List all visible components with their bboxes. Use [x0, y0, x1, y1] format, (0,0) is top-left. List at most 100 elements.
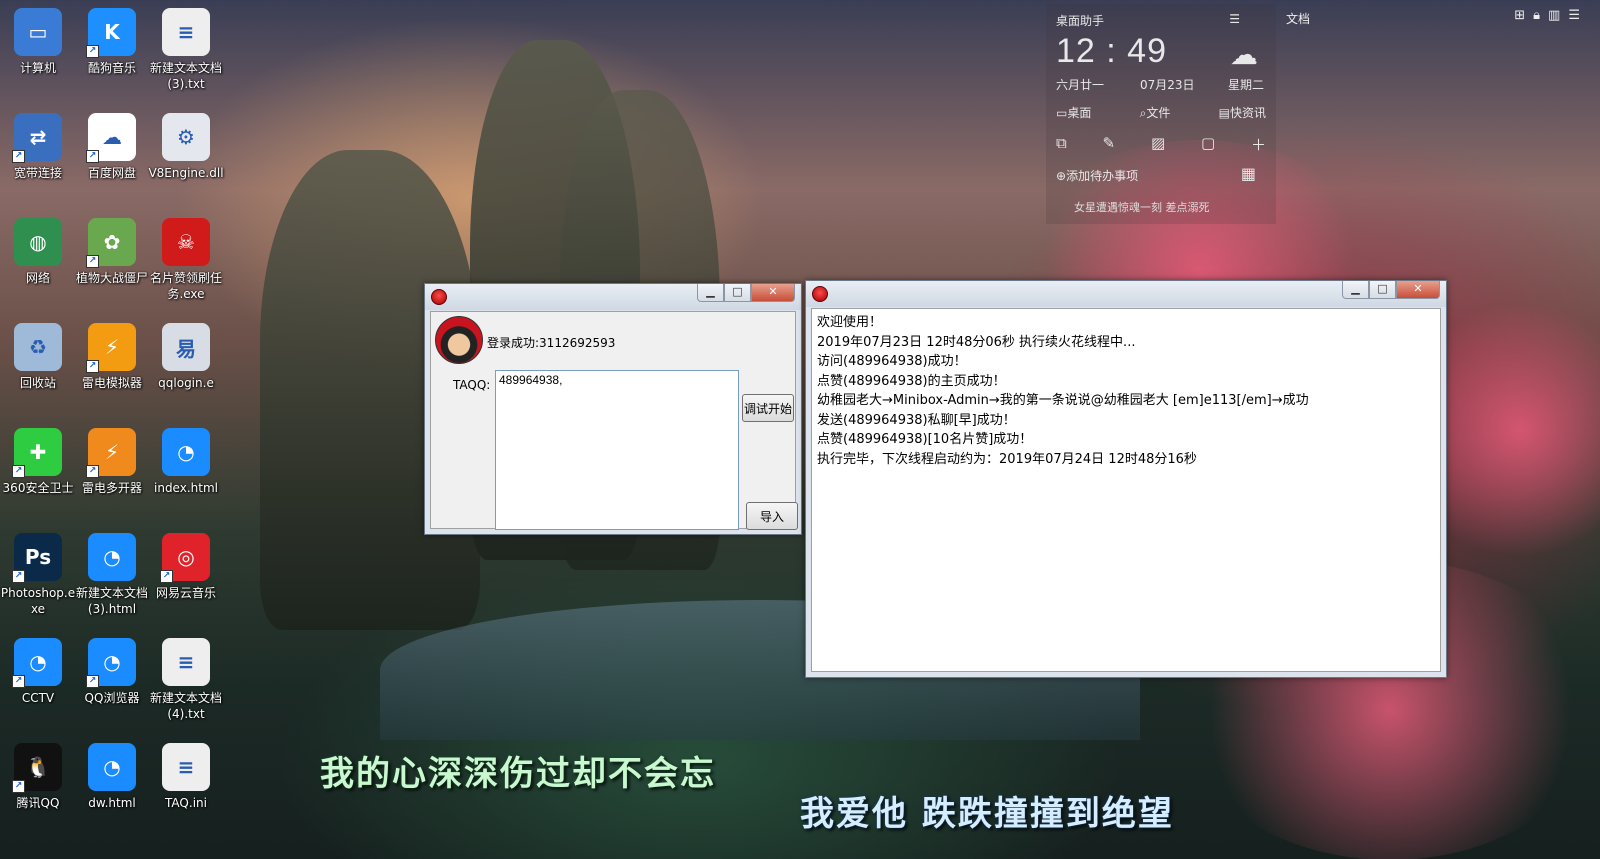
desktop-icon[interactable]: ▭ 计算机 [0, 0, 76, 100]
leidian-emulator-icon: ⚡ ↗ [86, 323, 136, 373]
grid-icon[interactable]: ⊞ [1514, 8, 1525, 23]
photoshop-icon: Ps ↗ [12, 533, 62, 583]
menu-icon[interactable]: ☰ [1568, 8, 1580, 23]
desktop-helper-widget: 桌面助手 ☰ 12 : 49 ☁ 六月廿一 07月23日 星期二 ▭桌面 ⌕文件… [1046, 4, 1276, 224]
desktop-icon[interactable]: ☁ ↗ 百度网盘 [74, 105, 150, 205]
desktop-icon-label: 计算机 [19, 61, 56, 75]
desktop-icon[interactable]: ◔ ↗ QQ浏览器 [74, 630, 150, 730]
desktop-icon[interactable]: ⇄ ↗ 宽带连接 [0, 105, 76, 205]
desktop-icon[interactable]: ✚ ↗ 360安全卫士 [0, 420, 76, 520]
desktop-icon-label: TAQ.ini [165, 796, 207, 810]
widget-weekday: 星期二 [1228, 78, 1265, 92]
tab-desktop[interactable]: ▭桌面 [1056, 104, 1091, 121]
desktop-icon[interactable]: ⚙ V8Engine.dll [148, 105, 224, 205]
log-output[interactable]: 欢迎使用！ 2019年07月23日 12时48分06秒 执行续火花线程中... 访问… [811, 308, 1441, 672]
widget-clock: 12 : 49 [1056, 32, 1167, 70]
netease-music-icon: ◎ ↗ [160, 533, 210, 583]
app-skull-icon [431, 289, 447, 305]
image-icon[interactable]: ▨ [1151, 134, 1165, 155]
log-line: 点赞(489964938)的主页成功！ [817, 373, 1006, 389]
note-icon[interactable]: ▢ [1201, 134, 1215, 155]
desktop-icon[interactable]: ◎ ↗ 网易云音乐 [148, 525, 224, 625]
add-todo-button[interactable]: ⊕添加待办事项 [1056, 167, 1138, 184]
desktop-icon[interactable]: ◍ 网络 [0, 210, 76, 310]
shortcut-arrow-icon: ↗ [12, 780, 25, 793]
tab-files[interactable]: ⌕文件 [1140, 104, 1171, 121]
import-button[interactable]: 导入 [746, 502, 798, 530]
desktop-icon[interactable]: ◔ ↗ CCTV [0, 630, 76, 730]
desktop-icon[interactable]: ✿ ↗ 植物大战僵尸 [74, 210, 150, 310]
edit-icon[interactable]: ✎ [1103, 134, 1116, 155]
dll-file-icon: ⚙ [162, 113, 210, 161]
minimize-button[interactable]: ▁ [697, 284, 724, 302]
desktop-icon[interactable]: K ↗ 酷狗音乐 [74, 0, 150, 100]
broadband-connection-icon: ⇄ ↗ [12, 113, 62, 163]
desktop-icon[interactable]: ◔ dw.html [74, 735, 150, 835]
monitor-icon: ▭ [1056, 106, 1068, 120]
desktop-icon-label: 植物大战僵尸 [75, 271, 148, 285]
maximize-button[interactable]: □ [1369, 281, 1396, 299]
desktop-icon[interactable]: ≡ 新建文本文档(3).txt [148, 0, 224, 100]
minimize-button[interactable]: ▁ [1342, 281, 1369, 299]
login-panel: 登录成功:3112692593 TAQQ: 489964938, 调试开始 导入 [430, 311, 798, 530]
desktop-icon[interactable]: Ps ↗ Photoshop.exe [0, 525, 76, 625]
desktop-icon[interactable]: ≡ 新建文本文档(4).txt [148, 630, 224, 730]
kugou-music-icon: K ↗ [86, 8, 136, 58]
desktop-icon[interactable]: ☠ 名片赞领刷任务.exe [148, 210, 224, 310]
desktop-icon-label: CCTV [21, 691, 55, 705]
taqq-input[interactable]: 489964938, [495, 370, 739, 530]
screenshot-icon[interactable]: ⧉ [1056, 134, 1067, 155]
desktop-icon[interactable]: 🐧 ↗ 腾讯QQ [0, 735, 76, 835]
lock-icon[interactable]: 🔒︎ [1533, 8, 1540, 23]
hamburger-icon[interactable]: ☰ [1229, 12, 1240, 26]
text-file-icon: ≡ [162, 638, 210, 686]
desktop-icon[interactable]: ⚡ ↗ 雷电模拟器 [74, 315, 150, 415]
desktop-icon-label: 酷狗音乐 [87, 61, 136, 75]
close-button[interactable]: ✕ [751, 284, 795, 302]
desktop-icon[interactable]: ◔ 新建文本文档(3).html [74, 525, 150, 625]
shortcut-arrow-icon: ↗ [160, 570, 173, 583]
ini-file-icon: ≡ [162, 743, 210, 791]
top-right-toolbar: ⊞ 🔒︎ ▥ ☰ [1514, 8, 1580, 23]
qqlogin-icon: 易 [162, 323, 210, 371]
widget-news-headline[interactable]: 女星遭遇惊魂一刻 差点溺死 [1074, 199, 1210, 215]
layout-icon[interactable]: ▥ [1548, 8, 1560, 23]
shortcut-arrow-icon: ↗ [12, 150, 25, 163]
plus-icon[interactable]: ＋ [1251, 134, 1266, 155]
computer-icon: ▭ [14, 8, 62, 56]
log-line: 幼稚园老大→Minibox-Admin→我的第一条说说@幼稚园老大 [em]e1… [817, 393, 1309, 408]
log-line: 访问(489964938)成功！ [817, 354, 967, 369]
desktop-icon[interactable]: ⚡ ↗ 雷电多开器 [74, 420, 150, 520]
shortcut-arrow-icon: ↗ [86, 360, 99, 373]
skull-app-icon: ☠ [162, 218, 210, 266]
maximize-button[interactable]: □ [724, 284, 751, 302]
tab-news[interactable]: ▤快资讯 [1219, 104, 1266, 121]
documents-label[interactable]: 文档 [1286, 10, 1310, 27]
start-debug-button[interactable]: 调试开始 [742, 394, 794, 422]
shortcut-arrow-icon: ↗ [86, 255, 99, 268]
widget-toolbar: ⧉ ✎ ▨ ▢ ＋ [1056, 134, 1266, 155]
desktop-lyric-line-2: 我爱他 跌跌撞撞到绝望 [800, 794, 1174, 834]
widget-title: 桌面助手 [1056, 14, 1105, 28]
desktop-icon[interactable]: 易 qqlogin.e [148, 315, 224, 415]
360-security-icon: ✚ ↗ [12, 428, 62, 478]
widget-lunar-date: 六月廿一 [1056, 78, 1105, 92]
widget-date: 07月23日 [1140, 78, 1195, 92]
qr-code-icon[interactable]: ▦ [1241, 164, 1256, 183]
tencent-qq-icon: 🐧 ↗ [12, 743, 62, 793]
news-icon: ▤ [1218, 106, 1230, 120]
close-button[interactable]: ✕ [1396, 281, 1440, 299]
shortcut-arrow-icon: ↗ [12, 570, 25, 583]
desktop-icon[interactable]: ≡ TAQ.ini [148, 735, 224, 835]
desktop-icon[interactable]: ◔ index.html [148, 420, 224, 520]
desktop-icon-label: 雷电多开器 [81, 481, 142, 495]
cloud-icon[interactable]: ☁ [1230, 38, 1258, 71]
window-controls: ▁ □ ✕ [697, 284, 795, 302]
desktop-icon[interactable]: ♻ 回收站 [0, 315, 76, 415]
log-window-titlebar[interactable]: ▁ □ ✕ [806, 281, 1446, 307]
desktop-icon-label: Photoshop.exe [0, 586, 76, 616]
login-window: ▁ □ ✕ 登录成功:3112692593 TAQQ: 489964938, 调… [424, 283, 802, 535]
desktop-icon-label: 雷电模拟器 [81, 376, 142, 390]
log-line: 欢迎使用！ [817, 315, 883, 330]
login-window-titlebar[interactable]: ▁ □ ✕ [425, 284, 801, 310]
